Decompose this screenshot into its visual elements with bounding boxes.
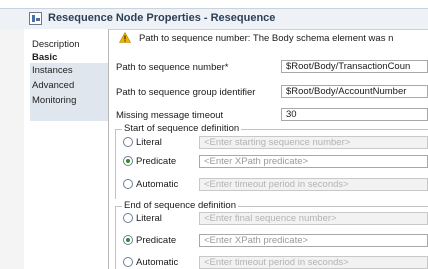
end-literal-radio[interactable] bbox=[123, 213, 133, 223]
start-literal-field[interactable]: <Enter starting sequence number> bbox=[199, 136, 428, 149]
warning-message: Path to sequence number: The Body schema… bbox=[139, 33, 394, 44]
end-predicate-label: Predicate bbox=[136, 235, 177, 246]
end-predicate-field[interactable]: <Enter XPath predicate> bbox=[199, 234, 428, 247]
warning-icon bbox=[119, 32, 131, 43]
start-literal-label: Literal bbox=[136, 137, 162, 148]
end-automatic-field[interactable]: <Enter timeout period in seconds> bbox=[199, 256, 428, 269]
path-seq-number-label: Path to sequence number* bbox=[116, 62, 229, 73]
missing-timeout-label: Missing message timeout bbox=[116, 110, 224, 121]
basic-properties-panel: Path to sequence number: The Body schema… bbox=[109, 29, 428, 269]
nav-item-instances[interactable]: Instances bbox=[30, 65, 108, 76]
path-seq-group-label: Path to sequence group identifier bbox=[116, 87, 256, 98]
window-title: Resequence Node Properties - Resequence bbox=[48, 12, 276, 24]
start-literal-radio[interactable] bbox=[123, 137, 133, 147]
start-predicate-radio[interactable] bbox=[123, 156, 133, 166]
properties-window: Resequence Node Properties - Resequence … bbox=[0, 0, 428, 269]
end-literal-label: Literal bbox=[136, 213, 162, 224]
end-automatic-radio[interactable] bbox=[123, 257, 133, 267]
left-gutter bbox=[0, 29, 25, 269]
start-automatic-radio[interactable] bbox=[123, 179, 133, 189]
nav-item-monitoring[interactable]: Monitoring bbox=[30, 95, 108, 106]
path-seq-group-field[interactable]: $Root/Body/AccountNumber bbox=[281, 85, 428, 98]
end-group-title: End of sequence definition bbox=[122, 200, 238, 211]
end-predicate-radio[interactable] bbox=[123, 235, 133, 245]
start-predicate-label: Predicate bbox=[136, 156, 177, 167]
start-group-title: Start of sequence definition bbox=[122, 123, 242, 134]
end-literal-field[interactable]: <Enter final sequence number> bbox=[199, 212, 428, 225]
nav-item-basic[interactable]: Basic bbox=[30, 52, 108, 63]
start-automatic-label: Automatic bbox=[136, 179, 179, 190]
property-nav: Description Basic Instances Advanced Mon… bbox=[24, 29, 109, 269]
title-bar: Resequence Node Properties - Resequence bbox=[0, 8, 428, 30]
end-automatic-label: Automatic bbox=[136, 257, 179, 268]
path-seq-number-field[interactable]: $Root/Body/TransactionCoun bbox=[281, 60, 428, 73]
start-automatic-field[interactable]: <Enter timeout period in seconds> bbox=[199, 178, 428, 191]
start-predicate-field[interactable]: <Enter XPath predicate> bbox=[199, 155, 428, 168]
nav-item-description[interactable]: Description bbox=[30, 39, 108, 50]
nav-item-advanced[interactable]: Advanced bbox=[30, 80, 108, 91]
resequence-node-icon bbox=[29, 12, 42, 25]
missing-timeout-field[interactable]: 30 bbox=[281, 108, 428, 121]
